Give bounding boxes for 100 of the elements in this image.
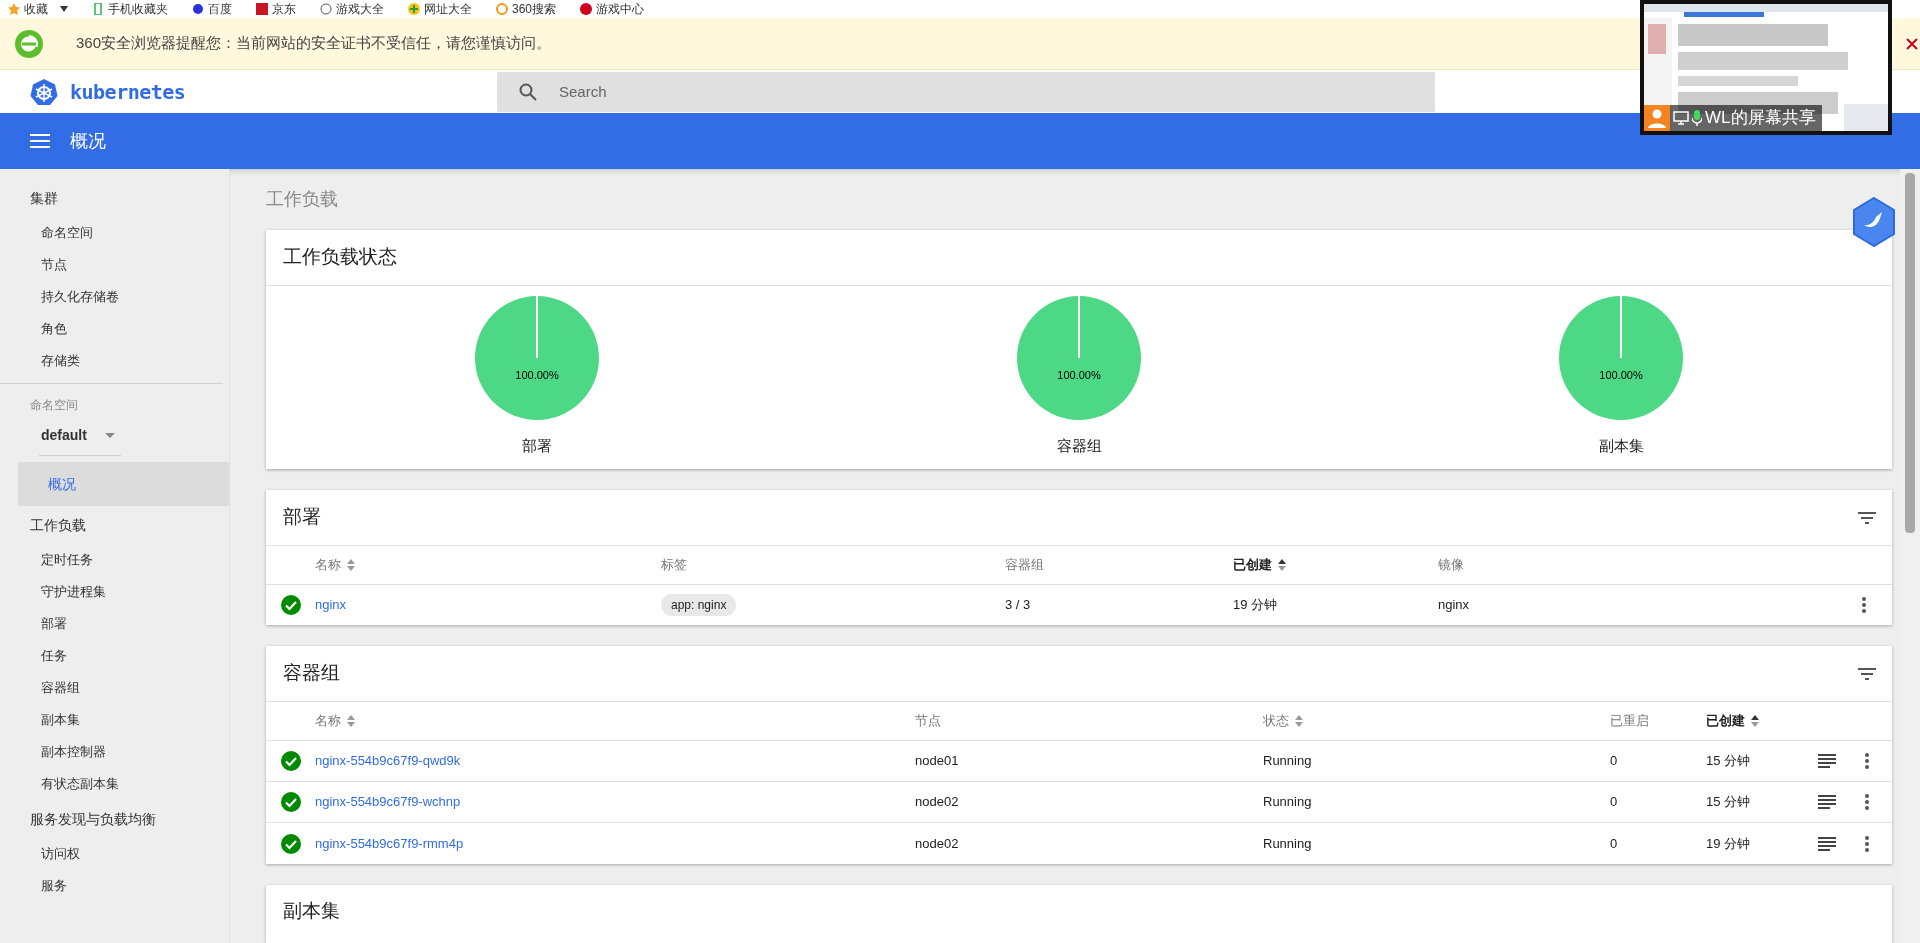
caret-icon <box>105 433 115 438</box>
more-icon[interactable] <box>1865 753 1869 770</box>
nav-item[interactable]: 守护进程集 <box>0 576 229 608</box>
nav-item[interactable]: 副本控制器 <box>0 736 229 768</box>
chart-title: 部署 <box>522 436 552 457</box>
column-header[interactable]: 已创建 <box>1706 711 1745 731</box>
table-cell-text: 15 分钟 <box>1706 793 1752 812</box>
nav-item[interactable]: 定时任务 <box>0 544 229 576</box>
card-title: 容器组 <box>283 661 340 686</box>
column-header[interactable]: 名称 <box>315 711 341 731</box>
pod-link[interactable]: nginx-554b9c67f9-rmm4p <box>315 833 915 854</box>
table-cell-text: 15 分钟 <box>1706 752 1752 771</box>
bookmark-link[interactable]: 京东 <box>272 3 296 15</box>
bird-app-icon[interactable] <box>1852 197 1896 247</box>
card-title: 部署 <box>283 505 321 530</box>
nav-item[interactable]: 角色 <box>0 313 229 345</box>
nav-item[interactable]: 副本集 <box>0 704 229 736</box>
close-icon[interactable] <box>1906 38 1918 50</box>
more-icon[interactable] <box>1865 835 1869 852</box>
sort-icon[interactable] <box>1278 559 1286 572</box>
column-header: 标签 <box>661 556 687 575</box>
data-label: 100.00% <box>1056 368 1102 384</box>
more-icon[interactable] <box>1862 597 1866 614</box>
data-label: 100.00% <box>1598 368 1644 384</box>
chart-title: 容器组 <box>1056 436 1102 457</box>
bookmark-icon[interactable] <box>192 3 204 15</box>
screen-share-label: WL的屏幕共享 <box>1705 107 1816 130</box>
column-header[interactable]: 已创建 <box>1233 555 1272 575</box>
data-label: 100.00% <box>514 368 560 384</box>
column-header: 已重启 <box>1610 712 1649 731</box>
card-title: 副本集 <box>283 900 340 922</box>
table-cell-text: 19 分钟 <box>1706 834 1752 853</box>
column-header: 镜像 <box>1438 556 1464 575</box>
caret-icon[interactable] <box>60 6 68 12</box>
nav-item[interactable]: 容器组 <box>0 672 229 704</box>
pod-link[interactable]: nginx-554b9c67f9-wchnp <box>315 792 915 812</box>
scrollbar-thumb[interactable] <box>1905 173 1915 533</box>
search-field[interactable]: Search <box>497 71 1435 112</box>
label-chip: app: nginx <box>661 594 737 617</box>
nav-item[interactable]: 服务发现与负载均衡 <box>0 800 229 838</box>
column-header: 节点 <box>915 712 941 731</box>
logs-icon[interactable] <box>1818 754 1836 769</box>
table-cell-text: node01 <box>915 752 960 771</box>
column-header: 容器组 <box>1005 556 1044 575</box>
nav-item[interactable]: 命名空间 <box>0 217 229 249</box>
logs-icon[interactable] <box>1818 795 1836 810</box>
monitor-icon <box>1673 111 1689 125</box>
logo-text[interactable]: kubernetes <box>70 76 186 107</box>
nav-item[interactable]: 节点 <box>0 249 229 281</box>
table-cell-text: Running <box>1263 834 1313 853</box>
nav-item[interactable]: 任务 <box>0 640 229 672</box>
table-cell-text: node02 <box>915 793 960 812</box>
nav-item[interactable]: 工作负载 <box>0 506 229 544</box>
logs-icon[interactable] <box>1818 836 1836 851</box>
table-cell-text: 0 <box>1610 793 1619 812</box>
nav-item[interactable]: 部署 <box>0 608 229 640</box>
menu-icon[interactable] <box>30 134 50 148</box>
bookmark-link[interactable]: 游戏中心 <box>596 3 645 15</box>
bookmark-link[interactable]: 360搜索 <box>512 3 557 15</box>
browser-logo-icon <box>14 28 44 59</box>
nav-item[interactable]: 集群 <box>0 179 229 217</box>
table-cell-text: 19 分钟 <box>1233 596 1279 615</box>
filter-icon[interactable] <box>1858 667 1876 680</box>
toolbar-title: 概况 <box>70 129 106 153</box>
table-cell-text: 0 <box>1610 752 1619 771</box>
table-cell-text: Running <box>1263 793 1313 812</box>
table-cell-text: nginx <box>1438 596 1471 615</box>
warning-text: 360安全浏览器提醒您：当前网站的安全证书不受信任，请您谨慎访问。 <box>76 33 552 54</box>
column-header[interactable]: 状态 <box>1263 711 1289 731</box>
pod-link[interactable]: nginx-554b9c67f9-qwd9k <box>315 751 915 771</box>
kubernetes-logo-icon[interactable] <box>30 77 58 106</box>
search-icon <box>519 82 537 101</box>
table-cell-text: Running <box>1263 752 1313 771</box>
nav-item[interactable]: 持久化存储卷 <box>0 281 229 313</box>
nav-item[interactable]: 服务 <box>0 870 229 902</box>
table-cell-text: node02 <box>915 834 960 853</box>
table-cell-text: 3 / 3 <box>1005 596 1032 615</box>
page-title: 工作负载 <box>266 188 338 212</box>
card-title: 工作负载状态 <box>283 245 397 270</box>
nav-item[interactable]: 概况 <box>18 462 229 506</box>
sort-icon[interactable] <box>1751 715 1759 728</box>
bookmark-icon[interactable] <box>320 3 332 15</box>
bookmark-link[interactable]: 游戏大全 <box>336 3 384 15</box>
chart-title: 副本集 <box>1598 436 1644 457</box>
column-header[interactable]: 名称 <box>315 555 341 575</box>
bookmark-icon[interactable] <box>408 3 420 15</box>
bookmark-link[interactable]: 收藏 <box>24 3 48 15</box>
namespace-label: 命名空间 <box>29 397 79 414</box>
bookmark-link[interactable]: 百度 <box>208 3 232 15</box>
table-cell-text: 0 <box>1610 834 1619 853</box>
deployment-link[interactable]: nginx <box>315 595 661 615</box>
filter-icon[interactable] <box>1858 511 1876 524</box>
nav-item[interactable]: 存储类 <box>0 345 229 377</box>
bookmark-link[interactable]: 手机收藏夹 <box>108 3 168 15</box>
nav-item[interactable]: 访问权 <box>0 838 229 870</box>
bookmark-link[interactable]: 网址大全 <box>424 3 472 15</box>
nav-item[interactable]: 有状态副本集 <box>0 768 229 800</box>
bookmark-icon[interactable] <box>580 3 593 15</box>
namespace-dropdown[interactable]: default <box>39 416 121 456</box>
more-icon[interactable] <box>1865 794 1869 811</box>
